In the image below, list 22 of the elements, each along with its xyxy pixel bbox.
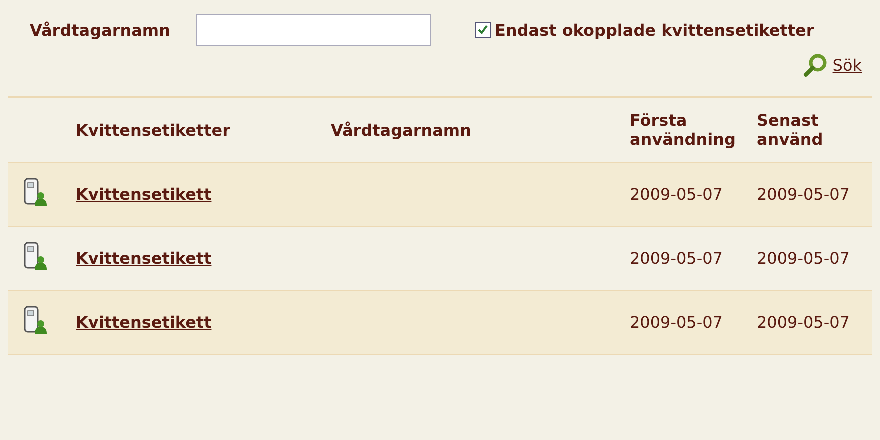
search-link[interactable]: Sök bbox=[832, 56, 862, 74]
table-cell: 2009-05-07 bbox=[630, 185, 723, 204]
phone-user-icon bbox=[22, 242, 48, 272]
checkbox-label: Endast okopplade kvittensetiketter bbox=[495, 20, 814, 40]
phone-user-icon bbox=[22, 306, 48, 336]
search-icon bbox=[802, 52, 829, 78]
table-cell: 2009-05-07 bbox=[630, 249, 723, 268]
name-input-field[interactable] bbox=[196, 14, 431, 46]
column-header: Senast använd bbox=[757, 111, 824, 149]
checkbox[interactable] bbox=[475, 22, 491, 38]
label-link[interactable]: Kvittensetikett bbox=[76, 249, 212, 268]
table-cell: 2009-05-07 bbox=[757, 313, 850, 332]
field-label: Vårdtagarnamn bbox=[30, 20, 172, 40]
table-cell: 2009-05-07 bbox=[757, 185, 850, 204]
label-link[interactable]: Kvittensetikett bbox=[76, 185, 212, 204]
phone-user-icon bbox=[22, 178, 48, 208]
label-link[interactable]: Kvittensetikett bbox=[76, 313, 212, 332]
column-header: Vårdtagarnamn bbox=[331, 120, 472, 140]
column-header: Första användning bbox=[630, 111, 736, 149]
column-header: Kvittensetiketter bbox=[76, 120, 230, 140]
table-cell: 2009-05-07 bbox=[630, 313, 723, 332]
table-cell: 2009-05-07 bbox=[757, 249, 850, 268]
